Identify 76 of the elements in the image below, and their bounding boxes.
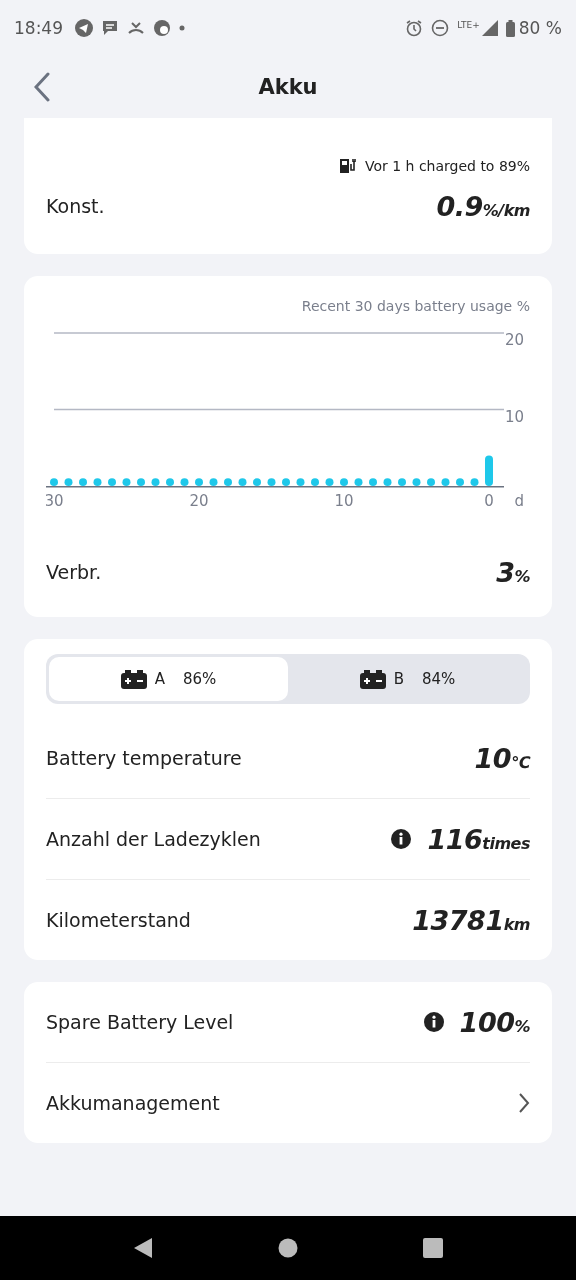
battery-icon — [120, 669, 147, 689]
status-time: 18:49 — [14, 18, 63, 38]
bar — [456, 478, 464, 486]
menu-item[interactable]: Akkumanagement — [46, 1092, 220, 1114]
do-not-disturb-icon — [431, 19, 450, 37]
row-value: 0.9%/km — [436, 190, 530, 222]
bar — [267, 478, 276, 486]
bar — [180, 478, 189, 486]
axis-label: 0 — [484, 492, 494, 510]
bar — [238, 478, 247, 486]
row-label: Verbr. — [46, 561, 102, 583]
axis-unit: d — [514, 492, 524, 510]
charging-station-icon — [338, 158, 357, 174]
bar — [93, 478, 102, 486]
back-icon[interactable] — [132, 1237, 153, 1259]
info-icon[interactable] — [423, 1012, 444, 1032]
row-value: 13781km — [412, 904, 530, 936]
axis-label: 20 — [504, 331, 524, 349]
row-label: Konst. — [46, 195, 105, 217]
chevron-right-icon[interactable] — [518, 1092, 530, 1114]
bar — [398, 478, 406, 486]
battery-icon — [359, 669, 386, 689]
telegram-icon — [75, 19, 93, 37]
bar — [209, 478, 218, 486]
bar — [412, 478, 421, 486]
signal-icon — [481, 20, 498, 36]
bar — [137, 478, 145, 486]
bar — [325, 478, 334, 486]
bar — [354, 478, 363, 486]
row-value: 116times — [427, 823, 530, 855]
axis-label: 10 — [334, 492, 354, 510]
bar — [485, 455, 493, 486]
home-icon[interactable] — [278, 1238, 298, 1258]
bar — [195, 478, 203, 486]
bar — [383, 478, 392, 486]
page-title: Akku — [258, 75, 318, 99]
battery-tab[interactable]: B 84% — [288, 657, 527, 701]
row-value: 10℃ — [474, 742, 530, 774]
bar — [79, 478, 87, 486]
row-label: Battery temperature — [46, 747, 242, 769]
bar — [224, 478, 232, 486]
app-icon — [153, 19, 171, 37]
bar — [427, 478, 435, 486]
bar — [296, 478, 305, 486]
bar — [108, 478, 116, 486]
bar — [151, 478, 160, 486]
row-label: Kilometerstand — [46, 909, 191, 931]
message-icon — [101, 19, 119, 37]
bar — [441, 478, 450, 486]
bar — [470, 478, 479, 486]
battery-percent: 80 % — [518, 18, 562, 38]
bar — [64, 478, 73, 486]
bar — [50, 478, 58, 486]
charge-note: Vor 1 h charged to 89% — [364, 158, 530, 174]
bar — [166, 478, 174, 486]
bar — [340, 478, 348, 486]
axis-label: 20 — [189, 492, 209, 510]
info-icon[interactable] — [391, 829, 412, 849]
chart-title: Recent 30 days battery usage % — [300, 297, 530, 314]
row-label: Spare Battery Level — [46, 1011, 234, 1033]
row-label: Anzahl der Ladezyklen — [46, 828, 261, 850]
battery-tab[interactable]: A 86% — [49, 657, 288, 701]
network-type: LTE+ — [457, 20, 480, 30]
dot-icon — [179, 25, 185, 31]
bar — [122, 478, 131, 486]
row-value: 100% — [459, 1006, 530, 1038]
bar — [282, 478, 290, 486]
axis-label: 30 — [46, 492, 64, 510]
alarm-icon — [405, 19, 424, 37]
axis-label: 10 — [504, 407, 524, 426]
bar — [369, 478, 377, 486]
battery-icon — [505, 19, 515, 37]
recents-icon[interactable] — [423, 1238, 444, 1258]
bar — [253, 478, 261, 486]
row-value: 3% — [496, 556, 530, 588]
bar — [311, 478, 319, 486]
